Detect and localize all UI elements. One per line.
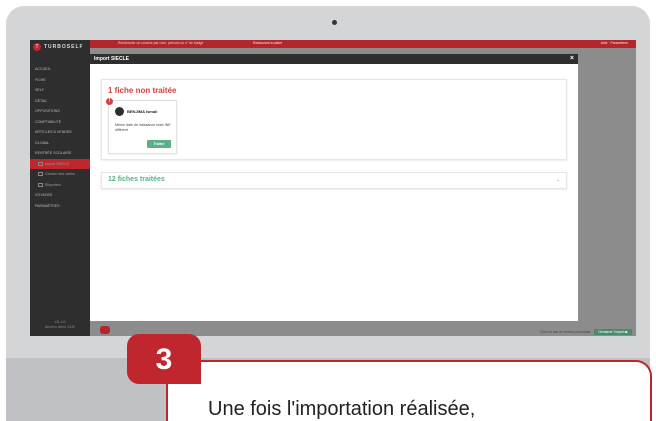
sidebar-item-detail[interactable]: DÉTAIL (30, 96, 90, 107)
search-input[interactable]: Rechercher un convive par nom, prénom ou… (118, 41, 203, 45)
bottom-bar-text: Écrit en cas de rentrée prochaine (540, 329, 591, 334)
sidebar-item-label: Import SIECLE (45, 161, 69, 166)
sidebar-item-label: Gestion des cartes (45, 172, 75, 176)
import-siecle-modal: Import SIECLE × 1 fiche non traitée ! BE… (90, 54, 578, 321)
sidebar-nav: ACCUEIL FICHE SELF DÉTAIL OPPOSITIONS CO… (30, 64, 90, 211)
sidebar-item-fiche[interactable]: FICHE (30, 75, 90, 86)
brand[interactable]: T TURBOSELF (33, 43, 84, 51)
treated-panel[interactable]: 12 fiches traitées ⌄ (101, 172, 567, 189)
alert-icon: ! (106, 98, 113, 105)
sidebar-item-articles[interactable]: ARTICLES À VENDRE (30, 127, 90, 138)
client-number: Numéro client: 4120 (44, 325, 76, 329)
top-right-links[interactable]: Aide · Paramètres (601, 41, 628, 45)
treated-title: 12 fiches traitées (108, 176, 165, 183)
label-icon (38, 182, 43, 187)
sidebar-item-voyages[interactable]: VOYAGES (30, 190, 90, 201)
sidebar-item-self[interactable]: SELF (30, 85, 90, 96)
floating-action-button[interactable] (100, 326, 110, 334)
sidebar-item-oppositions[interactable]: OPPOSITIONS (30, 106, 90, 117)
restaurant-link[interactable]: Restaurant scolaire (253, 41, 282, 45)
sidebar-item-comptabilite[interactable]: COMPTABILITÉ (30, 117, 90, 128)
start-import-button[interactable]: Démarrer l'import ▶ (594, 328, 632, 335)
sidebar-item-accueil[interactable]: ACCUEIL (30, 64, 90, 75)
import-icon (38, 161, 43, 166)
modal-title: Import SIECLE (94, 56, 130, 62)
bottom-action-bar: Écrit en cas de rentrée prochaine Démarr… (466, 327, 636, 336)
laptop-screen: T TURBOSELF ACCUEIL FICHE SELF DÉTAIL OP… (30, 40, 636, 336)
sidebar-item-import-siecle[interactable]: Import SIECLE (30, 158, 90, 169)
sidebar-item-etiquettes[interactable]: Étiquettes (30, 180, 90, 191)
callout-text: Une fois l'importation réalisée, (208, 398, 476, 420)
sidebar-item-global[interactable]: GLOBAL (30, 138, 90, 149)
student-name: BENJIMA Ismail (127, 109, 158, 114)
modal-header: Import SIECLE × (90, 54, 578, 64)
sidebar: T TURBOSELF ACCUEIL FICHE SELF DÉTAIL OP… (30, 40, 90, 336)
tutorial-slide: T TURBOSELF ACCUEIL FICHE SELF DÉTAIL OP… (0, 0, 656, 421)
untreated-panel: 1 fiche non traitée ! BENJIMA Ismail Mêm… (101, 79, 567, 160)
close-icon[interactable]: × (570, 54, 574, 64)
brand-name: TURBOSELF (44, 44, 84, 50)
sidebar-item-parametres[interactable]: PARAMÈTRES (30, 201, 90, 212)
version-info: v11.4.0 Numéro client: 4120 (30, 320, 90, 330)
avatar (115, 107, 124, 116)
issue-description: Même date de naissance mais INE différen… (115, 123, 171, 132)
camera-dot (332, 20, 337, 25)
brand-logo-icon: T (33, 43, 41, 51)
top-bar: Rechercher un convive par nom, prénom ou… (90, 40, 636, 48)
sidebar-item-cartes[interactable]: Gestion des cartes (30, 169, 90, 180)
callout-box: Une fois l'importation réalisée, (166, 360, 652, 421)
sidebar-item-rentree[interactable]: RENTRÉE SCOLAIRE (30, 148, 90, 159)
step-badge: 3 (127, 334, 201, 384)
sidebar-item-label: Étiquettes (45, 182, 61, 187)
student-card: ! BENJIMA Ismail Même date de naissance … (106, 98, 177, 154)
treat-button[interactable]: Traiter (147, 140, 171, 148)
chevron-down-icon[interactable]: ⌄ (556, 177, 560, 183)
card-icon (38, 172, 43, 177)
untreated-title: 1 fiche non traitée (108, 86, 177, 95)
